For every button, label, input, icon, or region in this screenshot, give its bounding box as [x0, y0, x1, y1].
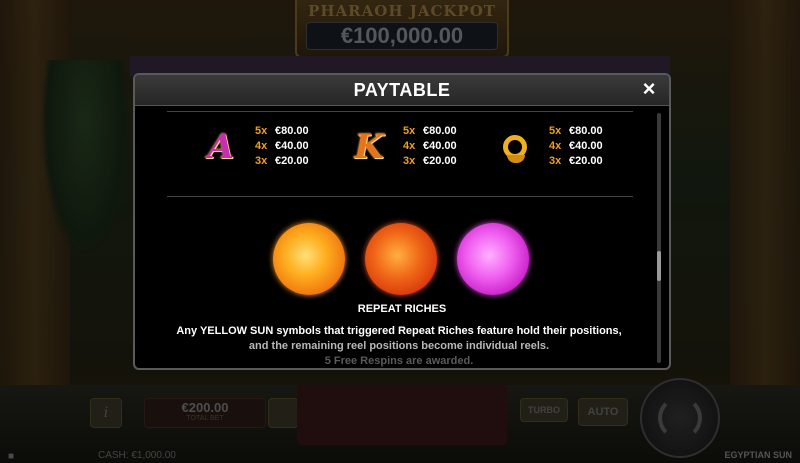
pay-row: 3x €20.00: [549, 155, 603, 167]
pay-amount: €80.00: [569, 125, 603, 137]
pay-multiplier: 3x: [255, 155, 268, 167]
pay-row: 4x €40.00: [549, 140, 603, 152]
purple-sun-icon: [457, 223, 529, 295]
divider: [167, 111, 633, 112]
pay-amount: €20.00: [423, 155, 457, 167]
pay-row: 4x €40.00: [403, 140, 457, 152]
feature-description: Any YELLOW SUN symbols that triggered Re…: [149, 324, 649, 368]
pay-multiplier: 3x: [403, 155, 416, 167]
scrollbar[interactable]: [657, 113, 661, 363]
pay-row: 3x €20.00: [403, 155, 457, 167]
pay-amount: €80.00: [275, 125, 309, 137]
pay-multiplier: 5x: [549, 125, 562, 137]
pay-multiplier: 5x: [403, 125, 416, 137]
pay-row: 4x €40.00: [255, 140, 309, 152]
letter-a-icon: A: [207, 127, 235, 167]
letter-q-icon: [497, 127, 533, 167]
pay-multiplier: 4x: [255, 140, 268, 152]
paytable-item-k: K 5x €80.00 4x €40.00 3x €20.00: [351, 123, 471, 173]
scrollbar-thumb[interactable]: [657, 251, 661, 281]
pay-amount: €40.00: [423, 140, 457, 152]
close-icon[interactable]: ×: [638, 77, 660, 101]
pay-row: 5x €80.00: [255, 125, 309, 137]
paytable-item-a: A 5x €80.00 4x €40.00 3x €20.00: [203, 123, 323, 173]
divider: [167, 196, 633, 197]
pay-multiplier: 5x: [255, 125, 268, 137]
modal-title: PAYTABLE: [353, 80, 451, 100]
feature-line: Any YELLOW SUN symbols that triggered Re…: [176, 325, 622, 337]
pay-multiplier: 4x: [549, 140, 562, 152]
paytable-item-q: 5x €80.00 4x €40.00 3x €20.00: [497, 123, 617, 173]
pay-row: 5x €80.00: [403, 125, 457, 137]
feature-line: 5 Free Respins are awarded.: [324, 355, 474, 367]
modal-header: PAYTABLE ×: [135, 75, 669, 106]
feature-line: and the remaining reel positions become …: [248, 340, 550, 352]
pay-amount: €20.00: [275, 155, 309, 167]
paytable-modal: PAYTABLE × A 5x €80.00 4x €40.00 3x €20.00 …: [133, 73, 671, 370]
red-sun-icon: [365, 223, 437, 295]
q-tail: [507, 155, 525, 163]
pay-multiplier: 4x: [403, 140, 416, 152]
yellow-sun-icon: [273, 223, 345, 295]
pay-row: 3x €20.00: [255, 155, 309, 167]
letter-k-icon: K: [354, 127, 384, 167]
pay-amount: €40.00: [569, 140, 603, 152]
pay-multiplier: 3x: [549, 155, 562, 167]
pay-amount: €20.00: [569, 155, 603, 167]
feature-title: REPEAT RICHES: [357, 303, 447, 315]
pay-amount: €40.00: [275, 140, 309, 152]
pay-amount: €80.00: [423, 125, 457, 137]
pay-row: 5x €80.00: [549, 125, 603, 137]
